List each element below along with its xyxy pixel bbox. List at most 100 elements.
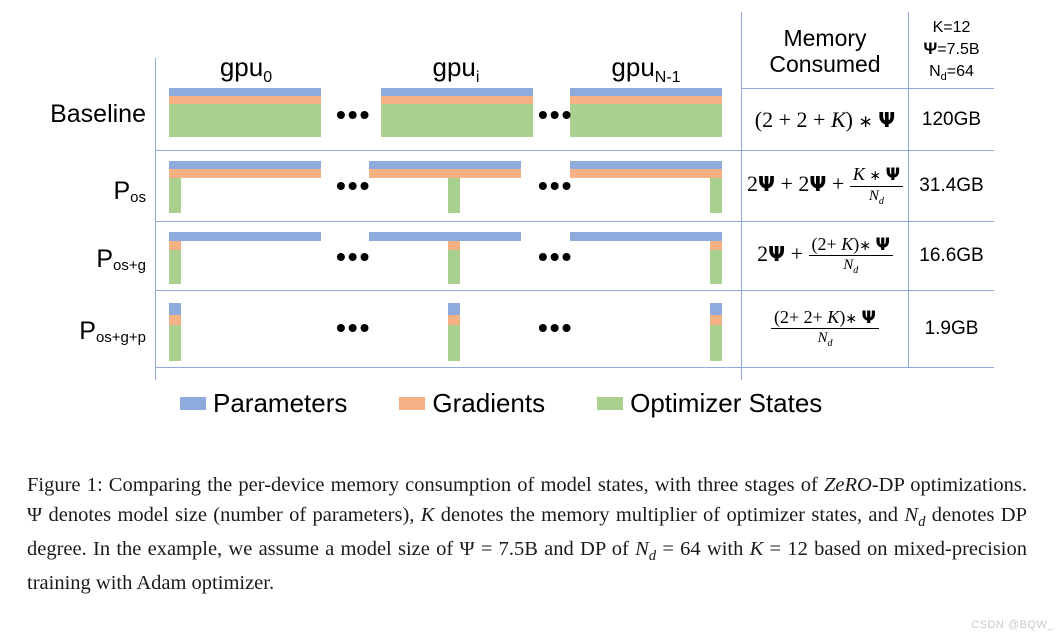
caption-zero: ZeRO [824,474,872,496]
watermark: CSDN @BQW_ [971,619,1054,631]
caption-psi-value: Ψ = 7.5B [459,538,538,561]
bar-pos-gpui-parameters [369,161,521,169]
bar-posgp-gpu0-optimizer [169,325,181,361]
caption-k-1: K [420,504,435,527]
caption-seg4: -DP optimizations. [871,474,1027,496]
bar-posgp-gpun1-gradients [710,315,722,325]
bar-posgp-gpu0-gradients [169,315,181,325]
caption-seg6: denotes model size (number of parameters… [42,504,421,527]
bar-posg-gpu0-parameters [169,232,321,241]
bar-pos-gpu0-gradients [169,169,321,178]
formula-pos: 2Ψ + 2Ψ + K ∗ Ψ Nd [742,152,908,220]
caption-seg13: and DP of [537,538,636,561]
row-label-posg-sub: os+g [113,256,146,274]
bar-posg-gpu0-optimizer [169,250,181,284]
legend: Parameters Gradients Optimizer States [180,388,822,419]
row-label-baseline-text: Baseline [50,99,146,128]
ellipsis-pos-1: ••• [336,170,372,201]
row-label-posgp: Pos+g+p [0,312,146,350]
row-label-posg: Pos+g [0,240,146,278]
formula-baseline: (2 + 2 + K) ∗ Ψ [742,90,908,149]
bar-baseline-gpun1-optimizer [570,104,722,137]
legend-item-gradients: Gradients [399,388,545,419]
bar-baseline-gpun1-gradients [570,96,722,104]
caption-seg8: denotes the memory multiplier of optimiz… [434,504,905,527]
legend-swatch-parameters [180,397,206,410]
ellipsis-posg-2: ••• [538,241,574,272]
formula-posgp: (2+ 2+ K)∗ Ψ Nd [742,291,908,366]
ellipsis-pos-2: ••• [538,170,574,201]
gpu-header-i: gpui [380,52,532,86]
value-posgp-text: 1.9GB [924,317,979,339]
bar-posgp-gpu0-parameters [169,303,181,315]
bar-baseline-gpun1-parameters [570,88,722,96]
bar-posg-gpun1-optimizer [710,250,722,284]
gpu-header-i-sub: i [475,69,480,86]
figure-diagram: gpu0 gpui gpuN-1 Baseline Pos Pos+g Pos+… [0,0,1064,445]
bar-pos-gpu0-optimizer [169,178,181,213]
example-params-psi: Ψ=7.5B [923,38,979,61]
grid-vline-left [155,58,156,380]
grid-hline-row4 [155,367,994,368]
caption-seg2: Comparing the per-device memory consumpt… [102,474,824,496]
legend-label-gradients: Gradients [432,388,546,418]
gpu-header-i-base: gpu [432,52,476,82]
formula-posgp-fraction: (2+ 2+ K)∗ Ψ Nd [771,307,879,349]
bar-posg-gpui-gradients [448,241,460,250]
example-params-k: K=12 [932,18,971,36]
row-label-pos: Pos [0,172,146,210]
memory-consumed-header-line2: Consumed [769,51,881,77]
legend-swatch-gradients [399,397,426,410]
bar-posgp-gpui-optimizer [448,325,460,361]
example-params-psi-value: =7.5B [937,41,980,59]
bar-pos-gpui-gradients [369,169,521,178]
bar-pos-gpun1-optimizer [710,178,722,213]
bar-baseline-gpui-gradients [381,96,533,104]
gpu-header-0: gpu0 [170,52,322,86]
value-posg-text: 16.6GB [919,244,984,266]
value-pos-text: 31.4GB [919,175,984,196]
bar-posg-gpu0-gradients [169,241,181,250]
gpu-header-n1: gpuN-1 [570,52,722,86]
bar-pos-gpun1-parameters [570,161,722,169]
example-params-header: K=12 Ψ=7.5B Nd=64 [909,16,994,86]
caption-nd-1: N [904,504,919,527]
example-params-nd-value: =64 [946,63,974,81]
row-label-posg-text: P [96,244,114,273]
legend-label-parameters: Parameters [213,388,348,418]
caption-prefix: Figure 1: [27,474,103,496]
formula-baseline-expr: (2 + 2 + K) ∗ Ψ [754,106,896,132]
gpu-header-0-sub: 0 [263,69,273,86]
formula-posg-fraction: (2+ K)∗ Ψ Nd [808,234,893,276]
bar-posgp-gpun1-parameters [710,303,722,315]
row-label-pos-text: P [113,176,131,205]
grid-hline-header [741,88,994,89]
bar-posgp-gpui-parameters [448,303,460,315]
bar-baseline-gpu0-gradients [169,96,321,104]
legend-label-optimizer-states: Optimizer States [630,388,823,418]
caption-nd-2: N [635,538,649,561]
formula-posgp-expr: (2+ 2+ K)∗ Ψ Nd [771,307,879,349]
row-label-posgp-text: P [79,316,96,345]
bar-posg-gpui-parameters [369,232,521,241]
caption-seg16: = 64 with [656,538,750,561]
legend-item-optimizer-states: Optimizer States [597,388,822,419]
bar-baseline-gpui-optimizer [381,104,533,137]
caption-k-2: K [749,538,764,561]
legend-item-parameters: Parameters [180,388,347,419]
example-params-nd: Nd=64 [929,61,974,85]
bar-pos-gpui-optimizer [448,178,460,213]
formula-posg: 2Ψ + (2+ K)∗ Ψ Nd [742,222,908,289]
legend-swatch-optimizer-states [597,397,624,410]
bar-baseline-gpu0-optimizer [169,104,321,137]
value-posgp: 1.9GB [909,291,994,366]
ellipsis-baseline-2: ••• [538,99,574,130]
figure-caption: Figure 1: Comparing the per-device memor… [27,470,1027,599]
bar-baseline-gpu0-parameters [169,88,321,96]
value-posg: 16.6GB [909,222,994,289]
gpu-header-0-base: gpu [219,52,264,82]
row-label-posgp-sub: os+g+p [95,328,146,346]
bar-pos-gpun1-gradients [570,169,722,178]
formula-posg-expr: 2Ψ + (2+ K)∗ Ψ Nd [757,234,893,276]
ellipsis-posgp-1: ••• [336,312,372,343]
